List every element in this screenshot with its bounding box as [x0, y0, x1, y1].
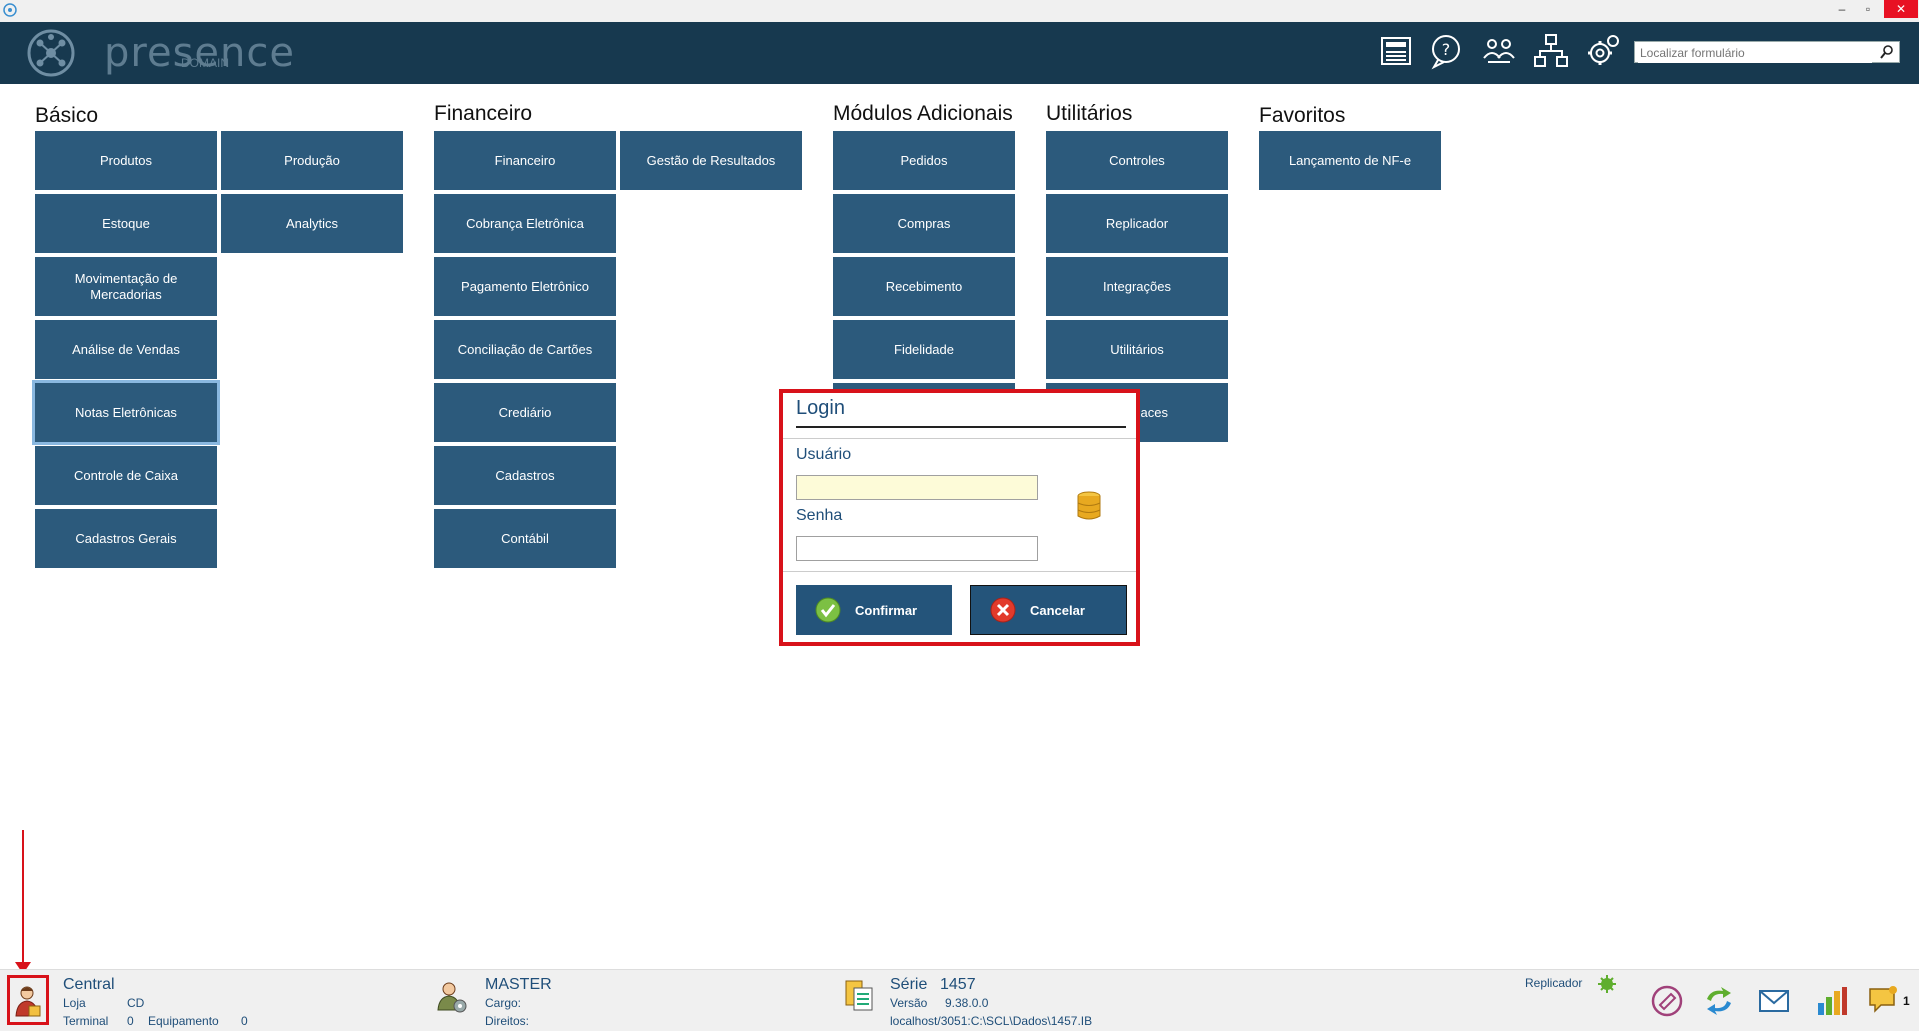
tile-analytics[interactable]: Analytics [221, 194, 403, 253]
tile-movimentacao-mercadorias[interactable]: Movimentação de Mercadorias [35, 257, 217, 316]
versao-value: 9.38.0.0 [945, 996, 989, 1010]
tile-cadastros-gerais[interactable]: Cadastros Gerais [35, 509, 217, 568]
tile-produtos[interactable]: Produtos [35, 131, 217, 190]
network-icon[interactable] [1532, 32, 1570, 70]
user-login-button[interactable] [7, 975, 49, 1025]
tile-lancamento-nfe[interactable]: Lançamento de NF-e [1259, 131, 1441, 190]
restore-button[interactable]: ▫ [1858, 0, 1878, 18]
equipamento-label: Equipamento [148, 1014, 219, 1028]
status-bar: Central Loja CD Terminal 0 Equipamento 0… [0, 969, 1919, 1031]
cancel-button[interactable]: Cancelar [970, 585, 1127, 635]
section-title-financeiro: Financeiro [434, 102, 533, 125]
section-title-utilitarios: Utilitários [1046, 102, 1133, 125]
tile-pedidos[interactable]: Pedidos [833, 131, 1015, 190]
loja-label: Loja [63, 996, 86, 1010]
login-dialog: Login Usuário Senha Confirmar Cancelar [779, 389, 1140, 646]
versao-label: Versão [890, 996, 928, 1010]
news-icon[interactable] [1377, 32, 1415, 70]
app-icon [3, 3, 17, 17]
server-icon [845, 980, 873, 1011]
tile-compras[interactable]: Compras [833, 194, 1015, 253]
logo-network-icon [27, 29, 75, 77]
equipamento-value: 0 [241, 1014, 248, 1028]
chart-icon[interactable] [1814, 983, 1850, 1019]
confirm-label: Confirmar [855, 602, 918, 618]
tile-pagamento-eletronico[interactable]: Pagamento Eletrônico [434, 257, 616, 316]
loja-value: CD [127, 996, 145, 1010]
title-underline [796, 426, 1126, 428]
tile-controle-caixa[interactable]: Controle de Caixa [35, 446, 217, 505]
tile-replicador[interactable]: Replicador [1046, 194, 1228, 253]
tile-cadastros[interactable]: Cadastros [434, 446, 616, 505]
annotation-arrow [22, 830, 24, 970]
user-label: Usuário [796, 446, 852, 463]
tile-analise-vendas[interactable]: Análise de Vendas [35, 320, 217, 379]
tile-conciliacao-cartoes[interactable]: Conciliação de Cartões [434, 320, 616, 379]
section-title-favoritos: Favoritos [1259, 104, 1346, 127]
messages-icon[interactable] [1867, 983, 1903, 1019]
confirm-button[interactable]: Confirmar [796, 585, 952, 635]
tile-utilitarios[interactable]: Utilitários [1046, 320, 1228, 379]
tile-cobranca-eletronica[interactable]: Cobrança Eletrônica [434, 194, 616, 253]
serie-label: Série [890, 976, 928, 993]
section-title-modulos-adicionais: Módulos Adicionais [833, 102, 1013, 125]
search-icon[interactable] [1879, 44, 1895, 60]
user-field[interactable] [796, 475, 1038, 500]
user-name: MASTER [485, 976, 552, 993]
notification-count: 1 [1903, 994, 1910, 1008]
login-title: Login [796, 397, 845, 419]
replicador-status-icon [1598, 975, 1616, 993]
terminal-value: 0 [127, 1014, 134, 1028]
tile-notas-eletronicas[interactable]: Notas Eletrônicas [32, 380, 220, 445]
password-field[interactable] [796, 536, 1038, 561]
tile-fidelidade[interactable]: Fidelidade [833, 320, 1015, 379]
direitos-label: Direitos: [485, 1014, 530, 1028]
tag-icon[interactable] [1649, 983, 1685, 1019]
users-icon[interactable] [1480, 32, 1518, 70]
settings-icon[interactable] [1584, 32, 1622, 70]
cargo-label: Cargo: [485, 996, 522, 1010]
user-settings-icon [437, 982, 467, 1013]
tile-producao[interactable]: Produção [221, 131, 403, 190]
tile-contabil[interactable]: Contábil [434, 509, 616, 568]
check-icon [815, 597, 841, 623]
search-form-box [1634, 41, 1900, 63]
logo-subtitle: DOMAIN [181, 56, 229, 70]
cancel-icon [990, 597, 1016, 623]
serie-value: 1457 [940, 976, 976, 993]
divider [783, 438, 1136, 439]
tile-estoque[interactable]: Estoque [35, 194, 217, 253]
replicador-label: Replicador [1525, 976, 1583, 990]
email-icon[interactable] [1756, 983, 1792, 1019]
terminal-label: Terminal [63, 1014, 109, 1028]
tile-financeiro[interactable]: Financeiro [434, 131, 616, 190]
svg-text:?: ? [1442, 40, 1451, 59]
window-titlebar: – ▫ ✕ [0, 0, 1919, 23]
tile-controles[interactable]: Controles [1046, 131, 1228, 190]
help-icon[interactable]: ? [1428, 32, 1466, 70]
store-name: Central [63, 976, 115, 993]
password-label: Senha [796, 507, 843, 524]
user-icon [15, 986, 41, 1017]
divider [783, 571, 1136, 572]
close-button[interactable]: ✕ [1884, 0, 1918, 18]
cancel-label: Cancelar [1030, 602, 1085, 618]
tile-integracoes[interactable]: Integrações [1046, 257, 1228, 316]
database-icon[interactable] [1076, 490, 1102, 522]
tile-recebimento[interactable]: Recebimento [833, 257, 1015, 316]
app-header: presence DOMAIN ? [0, 22, 1919, 84]
tile-gestao-resultados[interactable]: Gestão de Resultados [620, 131, 802, 190]
tile-crediario[interactable]: Crediário [434, 383, 616, 442]
section-title-basico: Básico [35, 104, 99, 127]
minimize-button[interactable]: – [1832, 0, 1852, 18]
search-input[interactable] [1638, 43, 1872, 63]
sync-icon[interactable] [1701, 983, 1737, 1019]
database-path: localhost/3051:C:\SCL\Dados\1457.IB [890, 1014, 1093, 1028]
